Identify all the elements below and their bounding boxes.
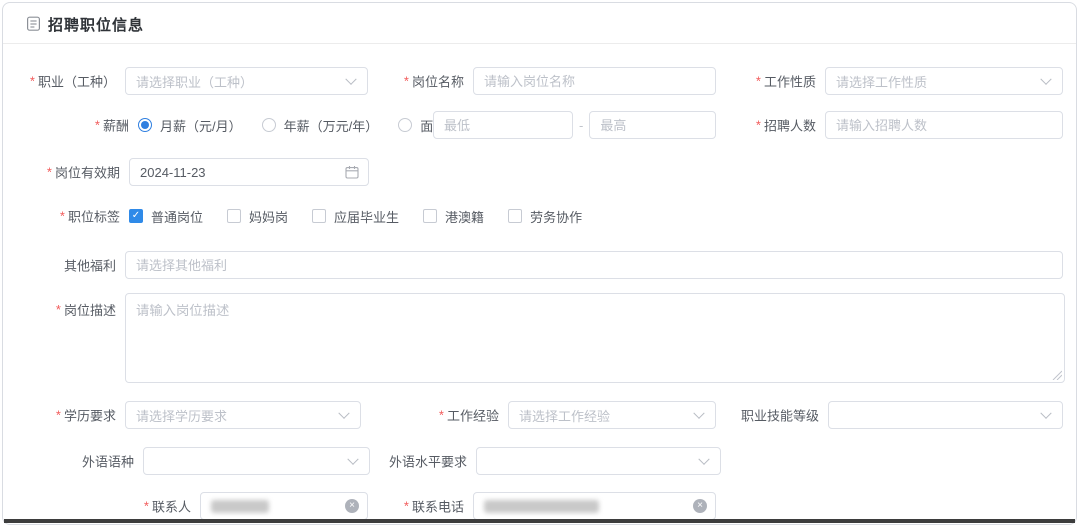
valid-date-value: 2024-11-23 xyxy=(140,165,206,180)
foreign-language-select[interactable] xyxy=(143,447,370,475)
recruit-form-card: 招聘职位信息 * 职业（工种） 请选择职业（工种） * 岗位名称 * 工作性质 xyxy=(2,2,1077,525)
header-divider xyxy=(3,43,1076,44)
required-marker: * xyxy=(47,165,52,180)
chevron-down-icon xyxy=(1040,408,1051,419)
salary-range-item: - xyxy=(433,111,716,139)
experience-label: * 工作经验 xyxy=(439,406,508,425)
education-item: * 学历要求 请选择学历要求 xyxy=(125,401,361,429)
range-separator: - xyxy=(579,118,583,133)
checkbox-icon xyxy=(312,209,326,223)
checkbox-icon xyxy=(227,209,241,223)
skill-level-select[interactable] xyxy=(828,401,1063,429)
required-marker: * xyxy=(95,118,100,133)
chevron-down-icon xyxy=(347,454,358,465)
experience-select[interactable]: 请选择工作经验 xyxy=(508,401,716,429)
resize-handle[interactable] xyxy=(1052,370,1062,380)
required-marker: * xyxy=(56,302,61,317)
bottom-divider xyxy=(4,519,1075,523)
foreign-language-label: 外语语种 xyxy=(82,452,143,471)
valid-date-label: * 岗位有效期 xyxy=(47,163,129,182)
checkbox-normal-post[interactable]: ✓ 普通岗位 xyxy=(129,207,203,226)
required-marker: * xyxy=(404,74,409,89)
chevron-down-icon xyxy=(1040,74,1051,85)
language-level-item: 外语水平要求 xyxy=(476,447,721,475)
radio-icon xyxy=(398,118,412,132)
benefits-item: 其他福利 xyxy=(125,251,1063,279)
redacted-value xyxy=(484,500,599,513)
experience-item: * 工作经验 请选择工作经验 xyxy=(508,401,716,429)
radio-monthly-salary[interactable]: 月薪（元/月） xyxy=(138,116,242,135)
contact-phone-input[interactable]: × xyxy=(473,492,716,520)
checkbox-icon xyxy=(508,209,522,223)
calendar-icon xyxy=(345,165,359,179)
salary-radio-group: 月薪（元/月） 年薪（万元/年） 面议 xyxy=(138,116,446,135)
chevron-down-icon xyxy=(698,454,709,465)
valid-date-item: * 岗位有效期 2024-11-23 xyxy=(129,158,369,186)
redacted-value xyxy=(211,500,269,513)
education-label: * 学历要求 xyxy=(56,406,125,425)
job-name-item: * 岗位名称 xyxy=(473,67,716,95)
job-name-label: * 岗位名称 xyxy=(404,72,473,91)
checkbox-checked-icon: ✓ xyxy=(129,209,143,223)
checkbox-fresh-graduate[interactable]: 应届毕业生 xyxy=(312,207,399,226)
chevron-down-icon xyxy=(693,408,704,419)
required-marker: * xyxy=(439,408,444,423)
language-level-select[interactable] xyxy=(476,447,721,475)
checkbox-hk-macau[interactable]: 港澳籍 xyxy=(423,207,484,226)
required-marker: * xyxy=(56,408,61,423)
valid-date-picker[interactable]: 2024-11-23 xyxy=(129,158,369,186)
benefits-label: 其他福利 xyxy=(64,256,125,275)
radio-selected-icon xyxy=(138,118,152,132)
page: 招聘职位信息 * 职业（工种） 请选择职业（工种） * 岗位名称 * 工作性质 xyxy=(0,0,1080,528)
contact-name-label: * 联系人 xyxy=(144,497,200,516)
tags-label: * 职位标签 xyxy=(60,207,129,226)
salary-label: * 薪酬 xyxy=(95,116,138,135)
checkbox-mama-post[interactable]: 妈妈岗 xyxy=(227,207,288,226)
headcount-input[interactable] xyxy=(825,111,1063,139)
headcount-label: * 招聘人数 xyxy=(756,116,825,135)
required-marker: * xyxy=(60,209,65,224)
required-marker: * xyxy=(756,74,761,89)
clear-icon[interactable]: × xyxy=(345,499,359,513)
benefits-input[interactable] xyxy=(125,251,1063,279)
required-marker: * xyxy=(404,499,409,514)
required-marker: * xyxy=(30,74,35,89)
clear-icon[interactable]: × xyxy=(693,499,707,513)
contact-phone-item: * 联系电话 × xyxy=(473,492,716,520)
contact-name-input[interactable]: × xyxy=(200,492,368,520)
language-level-label: 外语水平要求 xyxy=(389,452,476,471)
tags-item: * 职位标签 ✓ 普通岗位 妈妈岗 应届毕业生 港澳籍 xyxy=(129,206,582,226)
required-marker: * xyxy=(756,118,761,133)
radio-yearly-salary[interactable]: 年薪（万元/年） xyxy=(262,116,379,135)
chevron-down-icon xyxy=(345,74,356,85)
skill-level-item: 职业技能等级 xyxy=(828,401,1063,429)
job-name-input[interactable] xyxy=(473,67,716,95)
section-title: 招聘职位信息 xyxy=(48,14,144,35)
work-nature-item: * 工作性质 请选择工作性质 xyxy=(825,67,1063,95)
occupation-item: * 职业（工种） 请选择职业（工种） xyxy=(125,67,368,95)
required-marker: * xyxy=(144,499,149,514)
salary-max-input[interactable] xyxy=(589,111,716,139)
contact-name-item: * 联系人 × xyxy=(200,492,368,520)
occupation-select[interactable]: 请选择职业（工种） xyxy=(125,67,368,95)
description-label: * 岗位描述 xyxy=(56,300,125,319)
work-nature-label: * 工作性质 xyxy=(756,72,825,91)
foreign-language-item: 外语语种 xyxy=(143,447,370,475)
document-icon xyxy=(27,16,40,31)
chevron-down-icon xyxy=(338,408,349,419)
radio-icon xyxy=(262,118,276,132)
headcount-item: * 招聘人数 xyxy=(825,111,1063,139)
salary-min-input[interactable] xyxy=(433,111,573,139)
contact-phone-label: * 联系电话 xyxy=(404,497,473,516)
description-item: * 岗位描述 xyxy=(125,293,1065,383)
checkbox-labor-cooperation[interactable]: 劳务协作 xyxy=(508,207,582,226)
occupation-label: * 职业（工种） xyxy=(30,72,125,91)
tags-checkbox-group: ✓ 普通岗位 妈妈岗 应届毕业生 港澳籍 劳务协作 xyxy=(129,207,582,226)
description-textarea[interactable] xyxy=(125,293,1065,383)
checkbox-icon xyxy=(423,209,437,223)
skill-level-label: 职业技能等级 xyxy=(741,406,828,425)
education-select[interactable]: 请选择学历要求 xyxy=(125,401,361,429)
salary-item: * 薪酬 月薪（元/月） 年薪（万元/年） 面议 xyxy=(138,111,446,139)
work-nature-select[interactable]: 请选择工作性质 xyxy=(825,67,1063,95)
